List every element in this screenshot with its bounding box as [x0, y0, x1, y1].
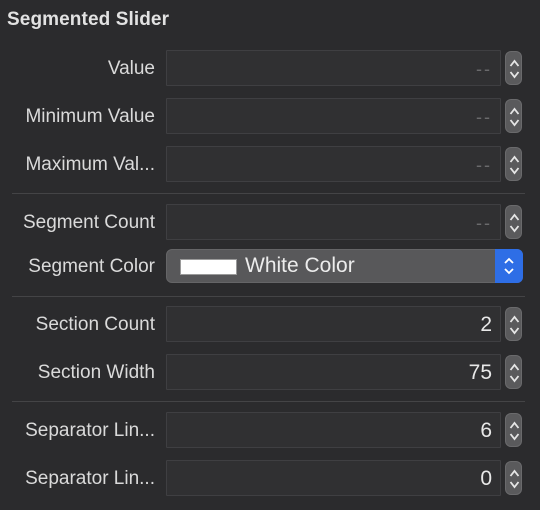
separator [12, 401, 525, 402]
maximum-value-field[interactable]: -- [166, 146, 501, 182]
row-maximum-value: Maximum Val... -- [0, 146, 540, 184]
maximum-value-stepper[interactable] [505, 147, 522, 181]
minimum-value-field[interactable]: -- [166, 98, 501, 134]
section-width-stepper[interactable] [505, 355, 522, 389]
segment-color-value: White Color [245, 254, 355, 277]
separator-line-1-label: Separator Lin... [25, 420, 155, 441]
stepper-arrows-icon [509, 59, 520, 79]
row-section-width: Section Width 75 [0, 354, 540, 392]
section-count-stepper[interactable] [505, 307, 522, 341]
separator-line-2-field-text: 0 [480, 467, 492, 490]
section-count-field-text: 2 [480, 313, 492, 336]
segment-color-label: Segment Color [28, 256, 155, 277]
segment-count-stepper[interactable] [505, 205, 522, 239]
minimum-value-stepper[interactable] [505, 99, 522, 133]
value-stepper[interactable] [505, 51, 522, 85]
row-section-count: Section Count 2 [0, 306, 540, 344]
segment-count-field-text: -- [476, 213, 492, 233]
segment-count-field[interactable]: -- [166, 204, 501, 240]
inspector-panel: Segmented Slider Value -- Minimum Value … [0, 0, 540, 510]
separator-line-1-stepper[interactable] [505, 413, 522, 447]
separator-line-1-field-text: 6 [480, 419, 492, 442]
maximum-value-field-text: -- [476, 155, 492, 175]
segment-count-label: Segment Count [22, 212, 155, 233]
separator-line-2-stepper[interactable] [505, 461, 522, 495]
section-width-label: Section Width [37, 362, 155, 383]
stepper-arrows-icon [509, 155, 520, 175]
separator [12, 296, 525, 297]
segment-color-popup[interactable]: White Color [166, 249, 523, 283]
minimum-value-label: Minimum Value [25, 106, 155, 127]
stepper-arrows-icon [509, 213, 520, 233]
maximum-value-label: Maximum Val... [25, 154, 155, 175]
section-title: Segmented Slider [7, 9, 170, 30]
row-separator-line-2: Separator Lin... 0 [0, 460, 540, 498]
separator [12, 193, 525, 194]
row-segment-count: Segment Count -- [0, 204, 540, 242]
section-width-field[interactable]: 75 [166, 354, 501, 390]
stepper-arrows-icon [509, 363, 520, 383]
stepper-arrows-icon [509, 315, 520, 335]
popup-button[interactable] [495, 249, 523, 283]
section-count-field[interactable]: 2 [166, 306, 501, 342]
popup-chevrons-icon [504, 257, 514, 275]
section-count-label: Section Count [35, 314, 155, 335]
value-field-text: -- [476, 59, 492, 79]
separator-line-1-field[interactable]: 6 [166, 412, 501, 448]
value-field[interactable]: -- [166, 50, 501, 86]
stepper-arrows-icon [509, 421, 520, 441]
separator-line-2-label: Separator Lin... [25, 468, 155, 489]
minimum-value-field-text: -- [476, 107, 492, 127]
separator-line-2-field[interactable]: 0 [166, 460, 501, 496]
row-minimum-value: Minimum Value -- [0, 98, 540, 136]
row-segment-color: Segment Color White Color [0, 249, 540, 287]
row-value: Value -- [0, 50, 540, 88]
row-separator-line-1: Separator Lin... 6 [0, 412, 540, 450]
color-swatch [180, 259, 237, 275]
stepper-arrows-icon [509, 107, 520, 127]
value-label: Value [107, 58, 155, 79]
section-width-field-text: 75 [468, 361, 492, 384]
stepper-arrows-icon [509, 469, 520, 489]
